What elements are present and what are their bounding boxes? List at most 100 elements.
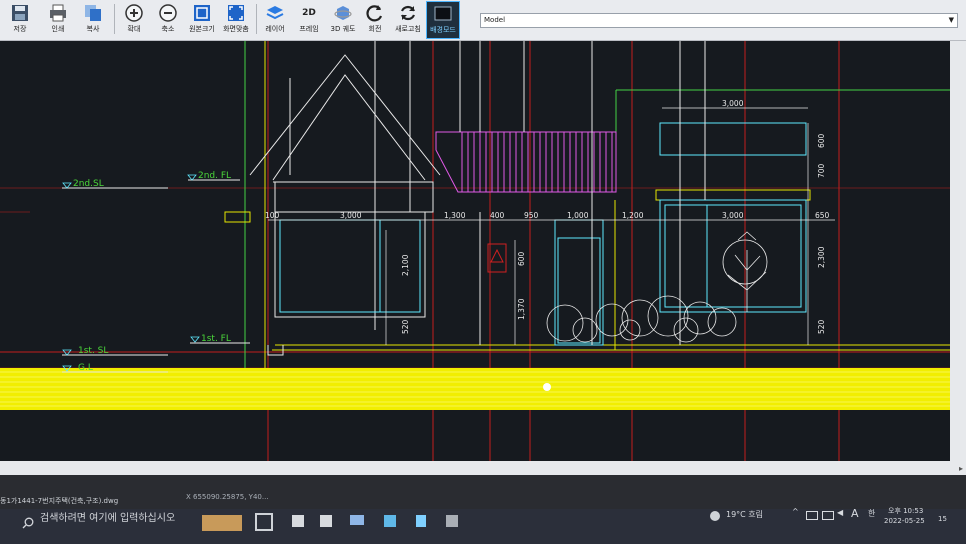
dim-label: 3,000 [340, 211, 362, 220]
green-lines [244, 41, 950, 368]
frame-2d-button[interactable]: 2D 프레임 [293, 1, 325, 37]
layer-label: 레이어 [265, 25, 285, 33]
print-label: 인쇄 [51, 25, 65, 33]
cad-drawing: 2nd.SL 2nd. FL 1st. SL G.L 1st. FL 3,000… [0, 41, 950, 461]
rotate-label: 회전 [368, 25, 382, 33]
dim-top-label: 3,000 [722, 99, 744, 108]
small-window [487, 243, 507, 273]
clock-time[interactable]: 오후 10:53 [888, 506, 923, 516]
printer-icon [50, 4, 66, 22]
dim-v-label: 600 [817, 133, 826, 148]
level-2nd-sl: 2nd.SL [73, 179, 104, 189]
dim-label: 1,300 [444, 211, 466, 220]
file-name: 동1가1441-7번지주택(건축,구조).dwg [0, 497, 119, 505]
dim-v-label: 2,300 [817, 246, 826, 268]
rotate-button[interactable]: 회전 [359, 1, 391, 37]
search-icon [22, 517, 34, 529]
dim-label: 1,000 [567, 211, 589, 220]
toolbar-separator [114, 4, 115, 34]
save-button[interactable]: 저장 [4, 1, 36, 37]
vertical-scrollbar[interactable] [950, 41, 966, 461]
dim-v-label: 1,370 [517, 298, 526, 320]
dim-label: 950 [524, 211, 539, 220]
zoom-out-icon [159, 4, 177, 22]
layers-icon [266, 6, 284, 20]
refresh-icon [400, 5, 416, 21]
save-icon [12, 5, 28, 21]
ime-mode[interactable]: A [851, 507, 859, 520]
clock-date[interactable]: 2022-05-25 [884, 517, 925, 525]
ground-hatch [0, 368, 950, 410]
background-mode-icon [434, 6, 452, 21]
orbit-3d-icon [334, 6, 352, 20]
drawing-canvas[interactable]: 2nd.SL 2nd. FL 1st. SL G.L 1st. FL 3,000… [0, 41, 950, 461]
battery-icon[interactable] [822, 511, 834, 520]
railing-bars [461, 132, 613, 192]
app-icon[interactable] [384, 515, 396, 527]
model-select[interactable]: Model ▼ [480, 13, 958, 28]
copy-label: 복사 [86, 25, 100, 33]
print-button[interactable]: 인쇄 [42, 1, 74, 37]
zoom-in-button[interactable]: 확대 [118, 1, 150, 37]
weather-text[interactable]: 19°C 흐림 [726, 509, 763, 520]
app-icon[interactable] [350, 515, 364, 525]
orbit-3d-button[interactable]: 3D 궤도 [327, 1, 359, 37]
original-size-icon [194, 5, 210, 21]
zoom-out-button[interactable]: 축소 [152, 1, 184, 37]
network-icon[interactable] [806, 511, 818, 520]
app-icon[interactable] [320, 515, 332, 527]
dim-label: 3,000 [722, 211, 744, 220]
dim-v-label: 520 [817, 319, 826, 334]
volume-icon[interactable]: ◀ [837, 508, 843, 517]
background-mode-button[interactable]: 배경모드 [426, 1, 460, 39]
level-labels: 2nd.SL 2nd. FL 1st. SL G.L 1st. FL [73, 171, 231, 373]
notification-count[interactable]: 15 [938, 515, 947, 523]
gable-roof [249, 41, 441, 330]
dim-v-label: 520 [401, 319, 410, 334]
dim-label: 100 [265, 211, 280, 220]
language-indicator[interactable]: 한 [868, 508, 875, 519]
dim-v-label: 600 [517, 251, 526, 266]
dim-label: 1,200 [622, 211, 644, 220]
copy-icon [85, 5, 101, 21]
model-select-value: Model [484, 16, 506, 24]
horizontal-scrollbar[interactable]: ▸ [0, 461, 966, 475]
level-1st-sl: 1st. SL [78, 346, 108, 356]
windows-taskbar: 검색하려면 여기에 입력하십시오 19°C 흐림 ^ ◀ A 한 오후 10:5… [0, 506, 966, 544]
chevron-up-icon[interactable]: ^ [792, 507, 799, 516]
weather-icon [710, 511, 720, 521]
fit-screen-label: 화면맞춤 [223, 25, 249, 33]
scroll-right-icon[interactable]: ▸ [959, 464, 963, 473]
toolbar-separator [256, 4, 257, 34]
save-label: 저장 [13, 25, 27, 33]
status-bar [0, 475, 966, 509]
original-size-label: 원본크기 [189, 25, 215, 33]
dim-label: 650 [815, 211, 830, 220]
fit-screen-button[interactable]: 화면맞춤 [220, 1, 252, 37]
level-2nd-fl: 2nd. FL [198, 171, 231, 181]
chevron-down-icon: ▼ [948, 16, 954, 24]
dim-label: 400 [490, 211, 505, 220]
toolbar: 저장 인쇄 복사 확대 축소 원본크기 화면맞춤 레이어 2D 프레임 3D 궤… [0, 0, 966, 41]
app-icon[interactable] [446, 515, 458, 527]
original-size-button[interactable]: 원본크기 [186, 1, 218, 37]
orbit-3d-label: 3D 궤도 [330, 25, 356, 33]
walls-windows [267, 41, 807, 356]
fit-screen-icon [228, 5, 244, 21]
app-icon[interactable] [255, 513, 273, 531]
taskbar-search-input[interactable]: 검색하려면 여기에 입력하십시오 [40, 509, 218, 529]
rotate-icon [366, 5, 383, 22]
zoom-out-label: 축소 [161, 25, 175, 33]
background-mode-label: 배경모드 [430, 26, 456, 34]
refresh-button[interactable]: 새로고침 [392, 1, 424, 37]
layer-button[interactable]: 레이어 [259, 1, 291, 37]
level-gl: G.L [78, 363, 93, 373]
cursor-coordinates: X 655090.25875, Y40... [186, 493, 269, 501]
copy-button[interactable]: 복사 [77, 1, 109, 37]
level-triangles [62, 174, 200, 372]
app-thumbnail-icon[interactable] [202, 515, 242, 531]
balcony-railing [435, 131, 617, 193]
app-icon[interactable] [416, 515, 426, 527]
app-icon[interactable] [292, 515, 304, 527]
frame-2d-label: 프레임 [299, 25, 319, 33]
